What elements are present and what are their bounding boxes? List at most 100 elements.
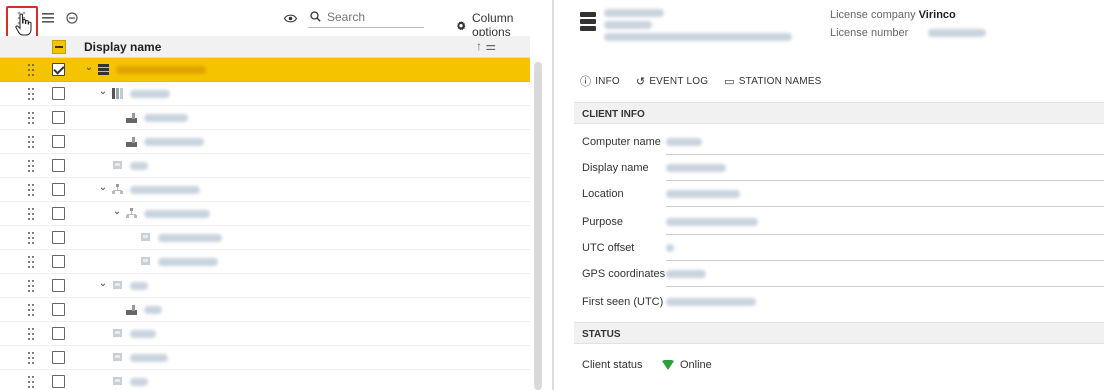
search-input[interactable] <box>321 7 411 26</box>
tree-row[interactable]: ⌄ <box>0 178 530 202</box>
row-drag-handle-icon[interactable] <box>28 328 36 340</box>
field-label: Purpose <box>582 216 623 228</box>
history-icon: ↺ <box>635 75 646 88</box>
row-checkbox[interactable] <box>52 279 65 292</box>
field-value[interactable] <box>666 244 674 252</box>
row-checkbox[interactable] <box>52 375 65 388</box>
row-checkbox[interactable] <box>52 63 65 76</box>
chevron-down-icon[interactable]: ⌄ <box>98 182 108 193</box>
server-icon <box>580 12 596 34</box>
row-checkbox[interactable] <box>52 207 65 220</box>
app-root: Column options Display name ↑ ⚌ ⌄ ⌄ ⌄ ⌄ ⌄ Li… <box>0 0 1104 390</box>
field-label: GPS coordinates <box>582 268 666 280</box>
row-display-name <box>144 306 162 314</box>
field-value[interactable] <box>666 190 740 198</box>
scrollbar[interactable] <box>534 62 542 390</box>
tree-row[interactable] <box>0 346 530 370</box>
select-all-checkbox[interactable] <box>52 40 66 54</box>
tree-row[interactable] <box>0 154 530 178</box>
scrollbar-thumb[interactable] <box>534 62 542 390</box>
search-icon <box>310 11 321 22</box>
row-drag-handle-icon[interactable] <box>28 352 36 364</box>
info-icon: ⓘ <box>580 76 592 88</box>
row-drag-handle-icon[interactable] <box>28 280 36 292</box>
row-drag-handle-icon[interactable] <box>28 208 36 220</box>
chevron-down-icon[interactable]: ⌄ <box>98 278 108 289</box>
tree-row[interactable] <box>0 130 530 154</box>
row-drag-handle-icon[interactable] <box>28 376 36 388</box>
row-checkbox[interactable] <box>52 111 65 124</box>
tab-info[interactable]: ⓘ INFO <box>572 72 628 90</box>
field-label: UTC offset <box>582 242 635 254</box>
tree-row[interactable] <box>0 370 530 390</box>
tree-row[interactable] <box>0 106 530 130</box>
row-drag-handle-icon[interactable] <box>28 64 36 76</box>
row-display-name <box>130 330 156 338</box>
tree-row[interactable] <box>0 298 530 322</box>
row-display-name <box>144 210 210 218</box>
tree-row[interactable] <box>0 226 530 250</box>
tab-station-names[interactable]: ▭ STATION NAMES <box>716 72 829 90</box>
row-checkbox[interactable] <box>52 183 65 196</box>
row-checkbox[interactable] <box>52 255 65 268</box>
row-display-name <box>158 258 218 266</box>
info-field: Computer name <box>574 128 1104 156</box>
row-drag-handle-icon[interactable] <box>28 184 36 196</box>
chevron-down-icon[interactable]: ⌄ <box>84 62 94 73</box>
tree-row[interactable] <box>0 250 530 274</box>
license-number-value <box>928 29 986 37</box>
display-name-header[interactable]: Display name <box>84 40 161 54</box>
eye-icon[interactable] <box>282 10 298 26</box>
row-display-name <box>116 66 206 74</box>
row-checkbox[interactable] <box>52 303 65 316</box>
row-checkbox[interactable] <box>52 87 65 100</box>
chevron-down-icon[interactable]: ⌄ <box>98 86 108 97</box>
field-underline <box>666 206 1104 207</box>
field-value[interactable] <box>666 298 756 306</box>
row-drag-handle-icon[interactable] <box>28 88 36 100</box>
station-icon <box>112 160 123 171</box>
row-checkbox[interactable] <box>52 351 65 364</box>
row-drag-handle-icon[interactable] <box>28 112 36 124</box>
license-number: License number <box>830 27 909 39</box>
collapse-all-icon[interactable] <box>64 10 80 26</box>
row-drag-handle-icon[interactable] <box>28 256 36 268</box>
row-display-name <box>130 90 170 98</box>
row-checkbox[interactable] <box>52 327 65 340</box>
tree-row[interactable]: ⌄ <box>0 58 530 82</box>
field-value[interactable] <box>666 138 702 146</box>
tree-row[interactable]: ⌄ <box>0 82 530 106</box>
row-drag-handle-icon[interactable] <box>28 304 36 316</box>
list-view-icon[interactable] <box>40 10 56 26</box>
column-options-button[interactable]: Column options <box>456 11 548 39</box>
info-field: Location <box>574 180 1104 208</box>
sort-icon[interactable]: ↑ ⚌ <box>476 39 496 53</box>
license-company: License company Virinco <box>830 9 956 21</box>
field-value[interactable] <box>666 164 726 172</box>
hierarchy-icon <box>126 208 137 219</box>
line-icon <box>126 136 137 147</box>
row-display-name <box>130 354 168 362</box>
monitor-icon: ▭ <box>724 75 735 88</box>
row-drag-handle-icon[interactable] <box>28 136 36 148</box>
field-value[interactable] <box>666 218 758 226</box>
row-checkbox[interactable] <box>52 159 65 172</box>
row-drag-handle-icon[interactable] <box>28 232 36 244</box>
tree-row[interactable]: ⌄ <box>0 202 530 226</box>
chevron-down-icon[interactable]: ⌄ <box>112 206 122 217</box>
info-field: Display name <box>574 154 1104 182</box>
row-display-name <box>130 186 200 194</box>
field-label: Display name <box>582 162 649 174</box>
tab-event-log[interactable]: ↺ EVENT LOG <box>628 72 716 90</box>
search-box[interactable] <box>308 6 424 28</box>
pane-divider[interactable] <box>552 0 554 390</box>
detail-panel: License company Virinco License number ⓘ… <box>556 0 1104 390</box>
row-checkbox[interactable] <box>52 231 65 244</box>
station-icon <box>112 280 123 291</box>
client-subtitle <box>604 21 652 29</box>
row-checkbox[interactable] <box>52 135 65 148</box>
tree-row[interactable]: ⌄ <box>0 274 530 298</box>
field-value[interactable] <box>666 270 706 278</box>
row-drag-handle-icon[interactable] <box>28 160 36 172</box>
tree-row[interactable] <box>0 322 530 346</box>
